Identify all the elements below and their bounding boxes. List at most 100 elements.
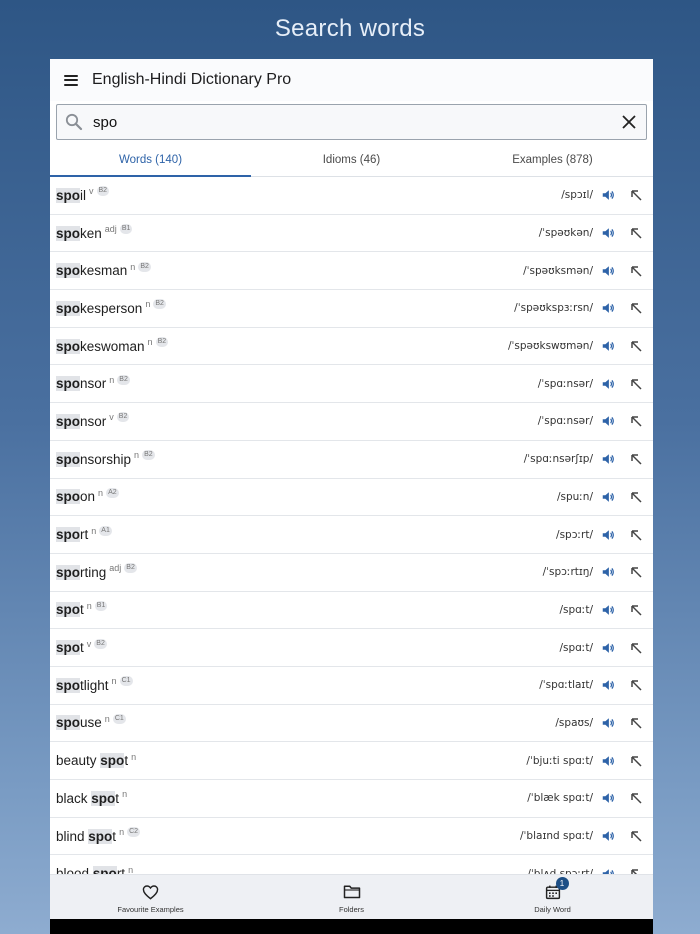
word-row[interactable]: beauty spot n/ˈbjuːti spɑːt/ [50, 742, 653, 780]
word-match-highlight: spo [100, 753, 125, 769]
cefr-level-badge: B1 [119, 224, 133, 235]
fill-search-arrow-icon[interactable] [621, 293, 651, 323]
part-of-speech: n [128, 864, 134, 874]
speaker-icon[interactable] [595, 218, 621, 248]
word-text: blood sport [56, 866, 125, 874]
speaker-icon[interactable] [595, 520, 621, 550]
pronunciation: /spɔːrt/ [556, 528, 593, 541]
part-of-speech: adj [109, 563, 122, 574]
speaker-icon[interactable] [595, 670, 621, 700]
pronunciation: /ˈspəʊkən/ [538, 227, 593, 240]
fill-search-arrow-icon[interactable] [621, 595, 651, 625]
heart-icon [142, 882, 159, 902]
word-row[interactable]: spotlight n C1/ˈspɑːtlaɪt/ [50, 667, 653, 705]
word-row[interactable]: spokesperson n B2/ˈspəʊkspɜːrsn/ [50, 290, 653, 328]
pronunciation: /ˈspəʊkspɜːrsn/ [514, 302, 593, 315]
fill-search-arrow-icon[interactable] [621, 520, 651, 550]
word-text: sporting [56, 564, 106, 580]
fill-search-arrow-icon[interactable] [621, 859, 651, 874]
speaker-icon[interactable] [595, 746, 621, 776]
word-prefix: blind [56, 828, 89, 844]
word-row[interactable]: spot n B1/spɑːt/ [50, 592, 653, 630]
nav-folders[interactable]: Folders [251, 875, 452, 920]
word-row[interactable]: spokeswoman n B2/ˈspəʊkswʊmən/ [50, 328, 653, 366]
part-of-speech: n [98, 487, 104, 498]
word-row[interactable]: spouse n C1/spaʊs/ [50, 705, 653, 743]
tab-examples[interactable]: Examples (878) [452, 143, 653, 176]
fill-search-arrow-icon[interactable] [621, 783, 651, 813]
speaker-icon[interactable] [595, 708, 621, 738]
word-row[interactable]: black spot n/ˈblæk spɑːt/ [50, 780, 653, 818]
part-of-speech: n [130, 261, 136, 272]
fill-search-arrow-icon[interactable] [621, 218, 651, 248]
cefr-level-badge: B2 [142, 450, 155, 461]
fill-search-arrow-icon[interactable] [621, 406, 651, 436]
speaker-icon[interactable] [595, 406, 621, 436]
word-match-highlight: spo [56, 225, 81, 241]
fill-search-arrow-icon[interactable] [621, 633, 651, 663]
cefr-level-badge: B1 [94, 600, 108, 611]
word-row[interactable]: sport n A1/spɔːrt/ [50, 516, 653, 554]
fill-search-arrow-icon[interactable] [621, 746, 651, 776]
fill-search-arrow-icon[interactable] [621, 482, 651, 512]
pronunciation: /ˈspɔːrtɪŋ/ [542, 566, 593, 579]
word-row[interactable]: sponsor v B2/ˈspɑːnsər/ [50, 403, 653, 441]
fill-search-arrow-icon[interactable] [621, 708, 651, 738]
speaker-icon[interactable] [595, 180, 621, 210]
tab-idioms[interactable]: Idioms (46) [251, 143, 452, 176]
word-row[interactable]: blind spot n C2/ˈblaɪnd spɑːt/ [50, 818, 653, 856]
fill-search-arrow-icon[interactable] [621, 256, 651, 286]
notification-badge: 1 [555, 876, 569, 890]
speaker-icon[interactable] [595, 859, 621, 874]
word-match-highlight: spo [56, 640, 81, 656]
speaker-icon[interactable] [595, 557, 621, 587]
word-prefix: beauty [56, 753, 101, 769]
speaker-icon[interactable] [595, 293, 621, 323]
fill-search-arrow-icon[interactable] [621, 557, 651, 587]
speaker-icon[interactable] [595, 633, 621, 663]
tab-words[interactable]: Words (140) [50, 143, 251, 177]
search-input[interactable] [91, 113, 612, 131]
close-icon[interactable] [612, 105, 646, 139]
word-row[interactable]: sporting adj B2/ˈspɔːrtɪŋ/ [50, 554, 653, 592]
fill-search-arrow-icon[interactable] [621, 180, 651, 210]
word-match-highlight: spo [56, 263, 81, 279]
fill-search-arrow-icon[interactable] [621, 670, 651, 700]
speaker-icon[interactable] [595, 783, 621, 813]
word-suffix: nsorship [80, 451, 132, 467]
fill-search-arrow-icon[interactable] [621, 331, 651, 361]
word-row[interactable]: spoon n A2/spuːn/ [50, 479, 653, 517]
speaker-icon[interactable] [595, 369, 621, 399]
word-row[interactable]: spoken adj B1/ˈspəʊkən/ [50, 215, 653, 253]
fill-search-arrow-icon[interactable] [621, 821, 651, 851]
word-text: spoken [56, 225, 102, 241]
pronunciation: /ˈspɑːnsərʃɪp/ [523, 453, 593, 466]
pronunciation: /ˈspɑːnsər/ [537, 377, 593, 390]
speaker-icon[interactable] [595, 256, 621, 286]
word-match-highlight: spo [56, 527, 81, 543]
word-text: beauty spot [56, 753, 128, 769]
fill-search-arrow-icon[interactable] [621, 369, 651, 399]
hamburger-menu-icon[interactable] [50, 59, 92, 101]
speaker-icon[interactable] [595, 821, 621, 851]
word-row[interactable]: sponsorship n B2/ˈspɑːnsərʃɪp/ [50, 441, 653, 479]
word-row[interactable]: spot v B2/spɑːt/ [50, 629, 653, 667]
word-row[interactable]: spoil v B2/spɔɪl/ [50, 177, 653, 215]
page-headline: Search words [274, 15, 426, 42]
word-row[interactable]: spokesman n B2/ˈspəʊksmən/ [50, 252, 653, 291]
speaker-icon[interactable] [595, 482, 621, 512]
speaker-icon[interactable] [595, 444, 621, 474]
speaker-icon[interactable] [595, 595, 621, 625]
word-row[interactable]: blood sport n/ˈblʌd spɔːrt/ [50, 855, 653, 874]
app-title: English-Hindi Dictionary Pro [92, 71, 292, 88]
word-row[interactable]: sponsor n B2/ˈspɑːnsər/ [50, 365, 653, 404]
word-match-highlight: spo [88, 828, 113, 844]
nav-favourite-examples[interactable]: Favourite Examples [50, 875, 251, 920]
pronunciation: /ˈspɑːtlaɪt/ [539, 679, 593, 692]
nav-daily-word[interactable]: 1 Daily Word [452, 875, 653, 920]
search-box [56, 104, 647, 140]
part-of-speech: v [109, 412, 114, 423]
fill-search-arrow-icon[interactable] [621, 444, 651, 474]
speaker-icon[interactable] [595, 331, 621, 361]
cefr-level-badge: B2 [117, 374, 130, 385]
